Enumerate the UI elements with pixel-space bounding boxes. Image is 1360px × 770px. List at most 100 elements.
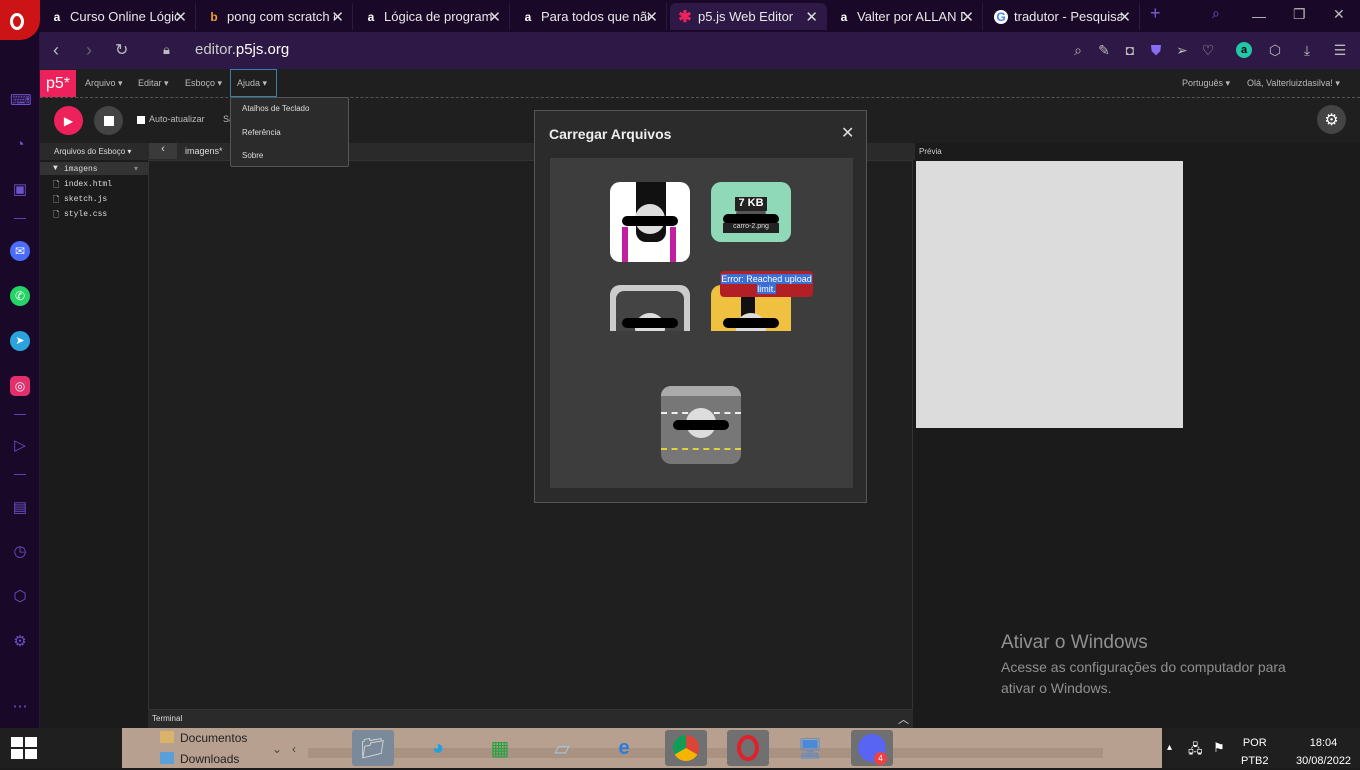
network-icon[interactable]: 🖧︎ [1188, 740, 1203, 762]
settings-icon[interactable]: ⚙ [10, 632, 30, 652]
upload-dropzone[interactable]: 7 KB carro-2.png Error: Reached upload l… [550, 158, 853, 488]
briefcase-icon[interactable]: ▣ [10, 180, 30, 200]
speed-dial-icon[interactable]: ◔ [10, 136, 30, 156]
forward-icon[interactable]: › [86, 40, 92, 61]
menu-esboco[interactable]: Esboço ▾ [185, 78, 222, 89]
back-icon[interactable]: ‹ [53, 40, 59, 61]
remote-desktop-icon[interactable]: 🖥︎ [789, 730, 831, 766]
alura-extension-icon[interactable]: a [1236, 42, 1252, 58]
more-icon[interactable]: ⋯ [10, 697, 30, 717]
terminal-bar[interactable]: Terminal ︿ [148, 710, 913, 728]
search-tabs-icon[interactable]: ⌕ [1212, 5, 1220, 22]
search-page-icon[interactable]: ⌕ [1070, 42, 1086, 58]
cube-icon[interactable]: ⬡ [10, 587, 30, 607]
menu-arquivo[interactable]: Arquivo ▾ [85, 78, 123, 89]
download-icon[interactable]: ⤓ [1299, 42, 1315, 58]
menu-icon[interactable]: ☰ [1332, 42, 1348, 58]
camera-icon[interactable]: ◘ [1122, 42, 1138, 58]
file-icon: 🗋︎ [53, 181, 60, 190]
telegram-icon[interactable]: ➤ [10, 331, 30, 351]
help-dropdown: Atalhos de Teclado Referência Sobre [230, 97, 349, 167]
folder-downloads[interactable]: Downloads [180, 752, 239, 766]
new-tab-icon[interactable]: + [1150, 3, 1161, 24]
upload-thumbnail [661, 386, 741, 464]
menu-editar[interactable]: Editar ▾ [138, 78, 169, 89]
scroll-left-icon[interactable]: ‹ [292, 742, 296, 756]
menu-ajuda-box[interactable]: Ajuda ▾ [230, 69, 277, 97]
tab-valter-allan[interactable]: a Valter por ALLAN D ✕ [829, 3, 983, 30]
chevron-down-icon[interactable]: ▾ [134, 164, 138, 174]
close-tab-icon[interactable]: ✕ [961, 8, 974, 26]
whatsapp-icon[interactable]: ✆ [10, 286, 30, 306]
auto-refresh-checkbox[interactable] [137, 116, 145, 124]
opera-icon[interactable] [727, 730, 769, 766]
history-icon[interactable]: ◷ [10, 542, 30, 562]
close-tab-icon[interactable]: ✕ [174, 8, 187, 26]
messenger-icon[interactable]: ✉ [10, 241, 30, 261]
player-icon[interactable]: ▷ [10, 436, 30, 456]
gamepad-icon[interactable]: ⌨ [10, 91, 32, 111]
close-tab-icon[interactable]: ✕ [645, 8, 658, 26]
close-tab-icon[interactable]: ✕ [805, 8, 818, 26]
user-menu[interactable]: Olá, Valterluizdasilva! ▾ [1247, 78, 1340, 89]
flag-icon[interactable]: ⚑ [1213, 740, 1225, 756]
folder-row[interactable]: ▼ imagens ▾ [40, 162, 148, 175]
box-icon[interactable]: ⬡ [1267, 42, 1283, 58]
stop-button[interactable] [94, 106, 123, 135]
lang-code: POR [1242, 737, 1267, 749]
menu-item-referencia[interactable]: Referência [242, 128, 281, 137]
menu-ajuda[interactable]: Ajuda ▾ [237, 78, 267, 89]
chevron-down-icon[interactable]: ⌄ [272, 742, 282, 756]
settings-button[interactable]: ⚙ [1317, 105, 1346, 134]
collapse-sidebar-button[interactable]: ‹ [149, 143, 177, 159]
language-select[interactable]: Português ▾ [1182, 78, 1230, 89]
tab-para-todos[interactable]: a Para todos que não ✕ [513, 3, 667, 30]
auto-refresh-label: Auto-atualizar [149, 114, 205, 124]
send-icon[interactable]: ➢ [1174, 42, 1190, 58]
file-index-html[interactable]: index.html [64, 180, 112, 189]
tab-tradutor[interactable]: G tradutor - Pesquisa ✕ [986, 3, 1140, 30]
file-explorer-icon[interactable]: 📁︎ [352, 730, 394, 766]
discord-icon[interactable]: 4 [851, 730, 893, 766]
reload-icon[interactable]: ↻ [115, 40, 128, 60]
edit-icon[interactable]: ✎ [1096, 42, 1112, 58]
input-language[interactable]: POR PTB2 [1241, 734, 1269, 770]
file-sketch-js[interactable]: sketch.js [64, 195, 107, 204]
news-icon[interactable]: ▤ [10, 498, 30, 518]
minimize-icon[interactable]: — [1252, 8, 1266, 24]
opera-logo-icon[interactable] [0, 0, 40, 40]
tab-logica-programacao[interactable]: a Lógica de programa ✕ [356, 3, 510, 30]
alura-favicon-icon: a [53, 9, 61, 24]
play-button[interactable]: ▶ [54, 106, 83, 135]
store-icon[interactable]: ▦ [479, 730, 521, 766]
close-window-icon[interactable]: ✕ [1333, 6, 1345, 23]
close-tab-icon[interactable]: ✕ [488, 8, 501, 26]
windows-start-icon[interactable] [11, 737, 37, 759]
restore-icon[interactable]: ❐ [1293, 6, 1306, 23]
menu-item-sobre[interactable]: Sobre [242, 151, 263, 160]
folder-documentos[interactable]: Documentos [180, 731, 247, 745]
upload-thumbnail: 7 KB carro-2.png [711, 182, 791, 242]
tab-pong-scratch[interactable]: b pong com scratch c ✕ [199, 3, 353, 30]
preview-label: Prévia [919, 147, 942, 156]
tab-p5js-editor[interactable]: ✱ p5.js Web Editor ✕ [670, 3, 827, 30]
close-tab-icon[interactable]: ✕ [331, 8, 344, 26]
edge-icon[interactable]: ◕ [417, 730, 459, 766]
close-icon[interactable]: ✕ [841, 123, 854, 143]
vpn-shield-icon[interactable]: ⛊ [1148, 42, 1164, 58]
p5-logo[interactable]: p5* [40, 70, 76, 97]
tab-curso-online[interactable]: a Curso Online Lógic ✕ [42, 3, 196, 30]
clock[interactable]: 18:04 30/08/2022 [1296, 734, 1351, 770]
tray-chevron-icon[interactable]: ▴ [1167, 742, 1172, 753]
ie-icon[interactable]: e [603, 730, 645, 766]
instagram-icon[interactable]: ◎ [10, 376, 30, 396]
chrome-icon[interactable] [665, 730, 707, 766]
menu-item-atalhos[interactable]: Atalhos de Teclado [242, 104, 309, 113]
chevron-up-icon[interactable]: ︿ [898, 711, 909, 727]
file-style-css[interactable]: style.css [64, 210, 107, 219]
url-field[interactable]: editor.p5js.org [195, 41, 289, 58]
notes-icon[interactable]: ▱ [541, 730, 583, 766]
heart-icon[interactable]: ♡ [1200, 42, 1216, 58]
close-tab-icon[interactable]: ✕ [1118, 8, 1131, 26]
files-header[interactable]: Arquivos do Esboço ▾ [40, 143, 148, 160]
